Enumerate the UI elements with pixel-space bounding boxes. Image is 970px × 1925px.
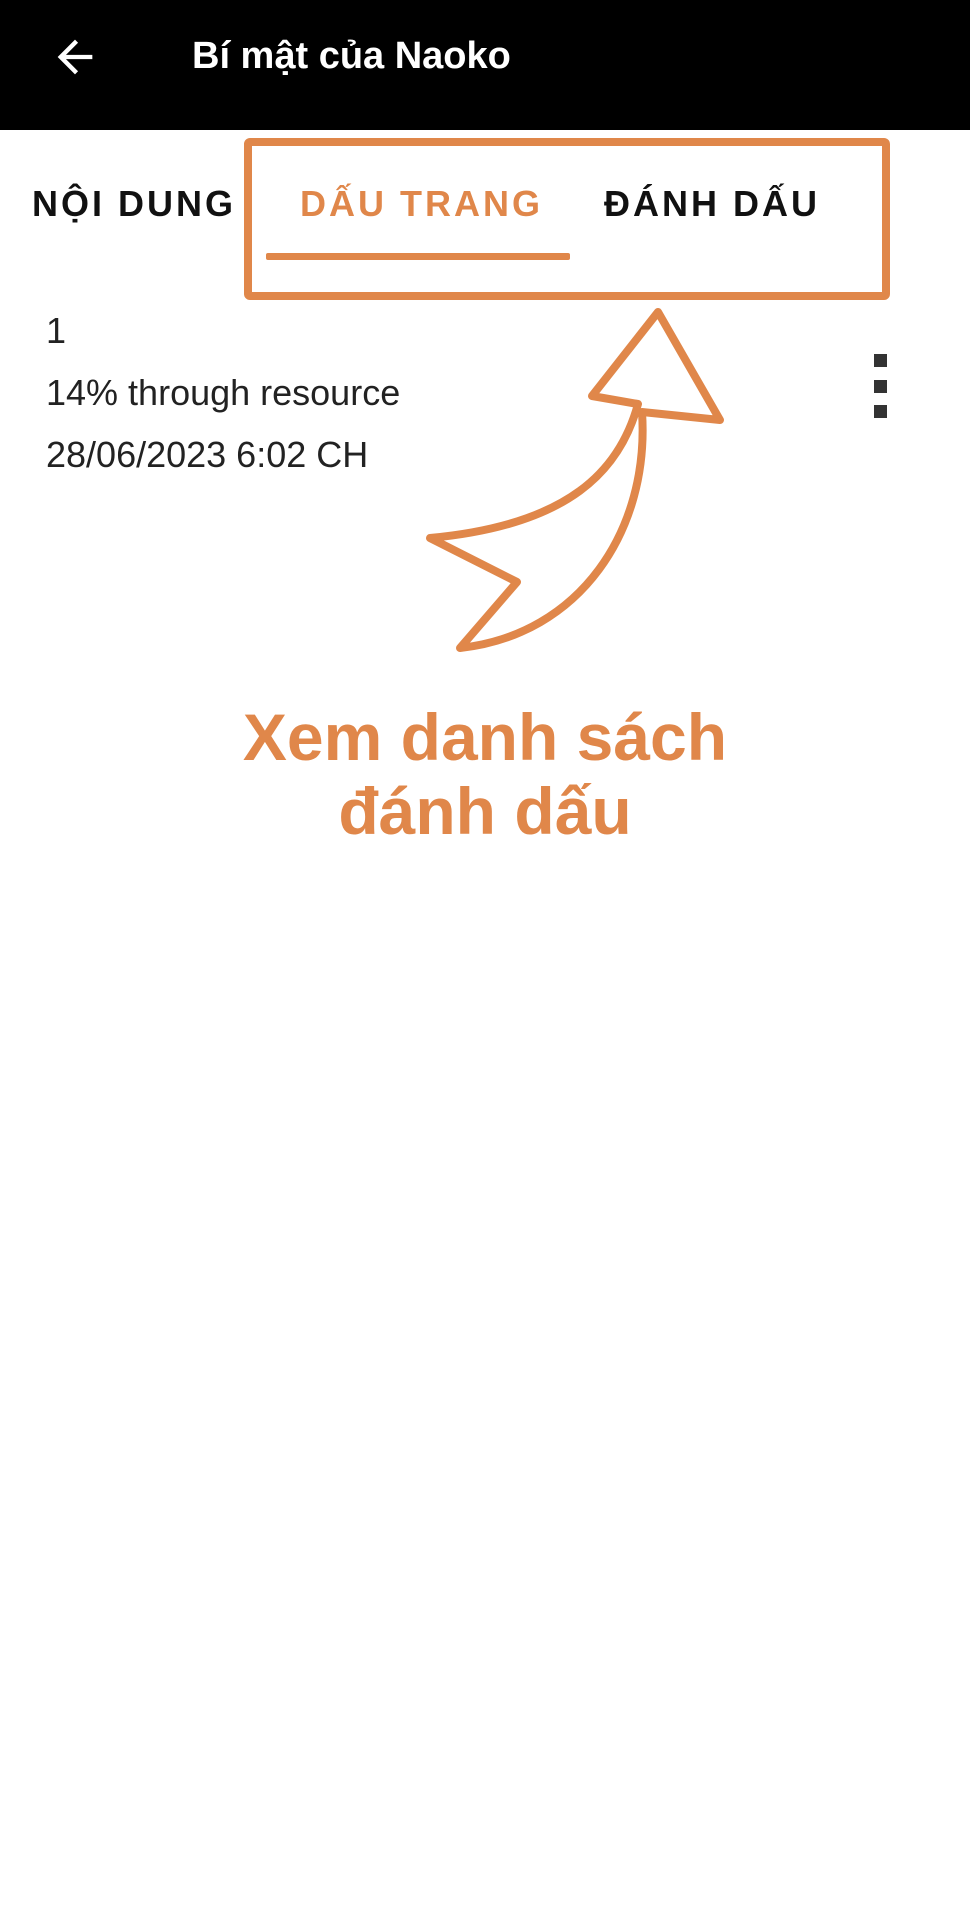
more-vertical-icon-dot <box>873 379 887 393</box>
tab-contents[interactable]: NỘI DUNG <box>32 174 236 234</box>
app-bar: Bí mật của Naoko <box>0 0 970 130</box>
caption-line-2: đánh dấu <box>338 774 632 848</box>
page-title: Bí mật của Naoko <box>192 35 511 77</box>
back-button[interactable] <box>40 22 110 92</box>
arrow-left-icon <box>57 39 93 75</box>
more-vertical-icon-dot <box>873 405 887 418</box>
curved-arrow-up-icon <box>426 308 724 652</box>
annotation-caption: Xem danh sách đánh dấu <box>0 700 970 848</box>
more-vertical-icon-dot <box>873 354 887 367</box>
caption-line-1: Xem danh sách <box>242 700 728 774</box>
annotation-highlight-box <box>244 138 890 300</box>
more-options-button[interactable] <box>860 354 900 418</box>
